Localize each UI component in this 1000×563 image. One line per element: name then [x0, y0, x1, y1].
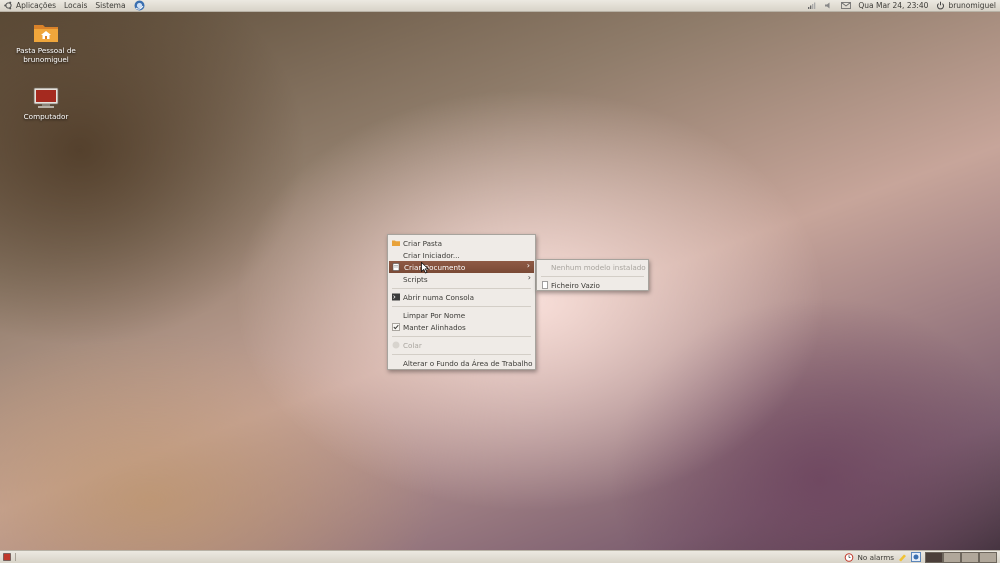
system-menu[interactable]: Sistema [95, 1, 125, 10]
create-launcher-label: Criar Iniciador... [403, 250, 460, 260]
menu-separator [392, 335, 531, 337]
alarms-status[interactable]: No alarms [858, 553, 894, 562]
ubuntu-logo-icon [4, 1, 13, 10]
network-icon[interactable] [807, 1, 816, 10]
menu-item-keep-aligned[interactable]: Manter Alinhados [388, 321, 535, 333]
keep-aligned-label: Manter Alinhados [403, 322, 466, 332]
panel-separator [15, 553, 16, 561]
power-icon [936, 1, 945, 10]
home-folder-desktop-icon[interactable]: Pasta Pessoal de brunomiguel [11, 21, 81, 64]
menu-item-scripts[interactable]: Scripts › [388, 273, 535, 285]
bottom-right-area: No alarms [844, 551, 1000, 563]
workspace-2[interactable] [943, 551, 961, 563]
workspace-3[interactable] [961, 551, 979, 563]
home-folder-icon [33, 21, 59, 43]
paste-label: Colar [403, 340, 422, 350]
top-panel: Aplicações Locais Sistema Qua Mar 24, 23… [0, 0, 1000, 12]
menu-item-change-background[interactable]: Alterar o Fundo da Área de Trabalho [388, 357, 535, 369]
checkbox-checked-icon[interactable] [392, 323, 400, 331]
user-menu[interactable]: brunomiguel [936, 1, 996, 10]
document-icon [392, 263, 400, 271]
empty-file-label: Ficheiro Vazio [551, 280, 600, 290]
create-document-submenu: Nenhum modelo instalado Ficheiro Vazio [536, 259, 649, 291]
mouse-pointer-icon [421, 261, 430, 274]
menu-item-create-folder[interactable]: Criar Pasta [388, 237, 535, 249]
menu-separator [392, 353, 531, 355]
menu-item-create-document[interactable]: Criar Documento › [389, 261, 534, 273]
menu-item-open-terminal[interactable]: Abrir numa Consola [388, 291, 535, 303]
username-label: brunomiguel [948, 1, 996, 10]
menu-item-clean-by-name[interactable]: Limpar Por Nome [388, 309, 535, 321]
workspace-1[interactable] [925, 551, 943, 563]
clock[interactable]: Qua Mar 24, 23:40 [858, 1, 928, 10]
desktop-context-menu: Criar Pasta Criar Iniciador... Criar Doc… [387, 234, 536, 370]
terminal-icon [392, 293, 400, 301]
web-browser-icon[interactable] [134, 0, 145, 11]
menu-item-create-launcher[interactable]: Criar Iniciador... [388, 249, 535, 261]
mail-icon[interactable] [841, 1, 852, 10]
volume-icon[interactable] [824, 1, 833, 10]
computer-icon [33, 87, 59, 109]
computer-label: Computador [23, 112, 69, 121]
folder-icon [392, 239, 400, 247]
bottom-panel: No alarms [0, 550, 1000, 563]
show-desktop-icon[interactable] [3, 553, 11, 561]
submenu-arrow-icon: › [527, 273, 531, 282]
clean-by-name-label: Limpar Por Nome [403, 310, 466, 320]
alarm-clock-icon[interactable] [844, 552, 854, 562]
change-background-label: Alterar o Fundo da Área de Trabalho [403, 358, 533, 368]
paste-icon [392, 341, 400, 349]
menu-separator [392, 287, 531, 289]
scripts-label: Scripts [403, 274, 428, 284]
menu-separator [541, 275, 644, 277]
applications-label: Aplicações [16, 1, 57, 10]
create-document-label: Criar Documento [404, 262, 466, 272]
home-folder-label: Pasta Pessoal de brunomiguel [16, 46, 76, 64]
create-folder-label: Criar Pasta [403, 238, 442, 248]
notes-icon[interactable] [898, 553, 907, 562]
submenu-item-empty-file[interactable]: Ficheiro Vazio [537, 279, 648, 291]
menu-separator [392, 305, 531, 307]
places-menu[interactable]: Locais [64, 1, 87, 10]
open-terminal-label: Abrir numa Consola [403, 292, 474, 302]
workspace-4[interactable] [979, 551, 997, 563]
submenu-item-no-templates: Nenhum modelo instalado [537, 261, 648, 273]
workspace-switcher-icon[interactable] [911, 552, 921, 562]
menu-item-paste[interactable]: Colar [388, 339, 535, 351]
no-templates-label: Nenhum modelo instalado [551, 262, 646, 272]
submenu-arrow-icon: › [526, 261, 530, 270]
workspace-switcher[interactable] [925, 551, 997, 563]
computer-desktop-icon[interactable]: Computador [11, 87, 81, 121]
file-icon [541, 281, 549, 289]
applications-menu[interactable]: Aplicações [4, 1, 56, 10]
